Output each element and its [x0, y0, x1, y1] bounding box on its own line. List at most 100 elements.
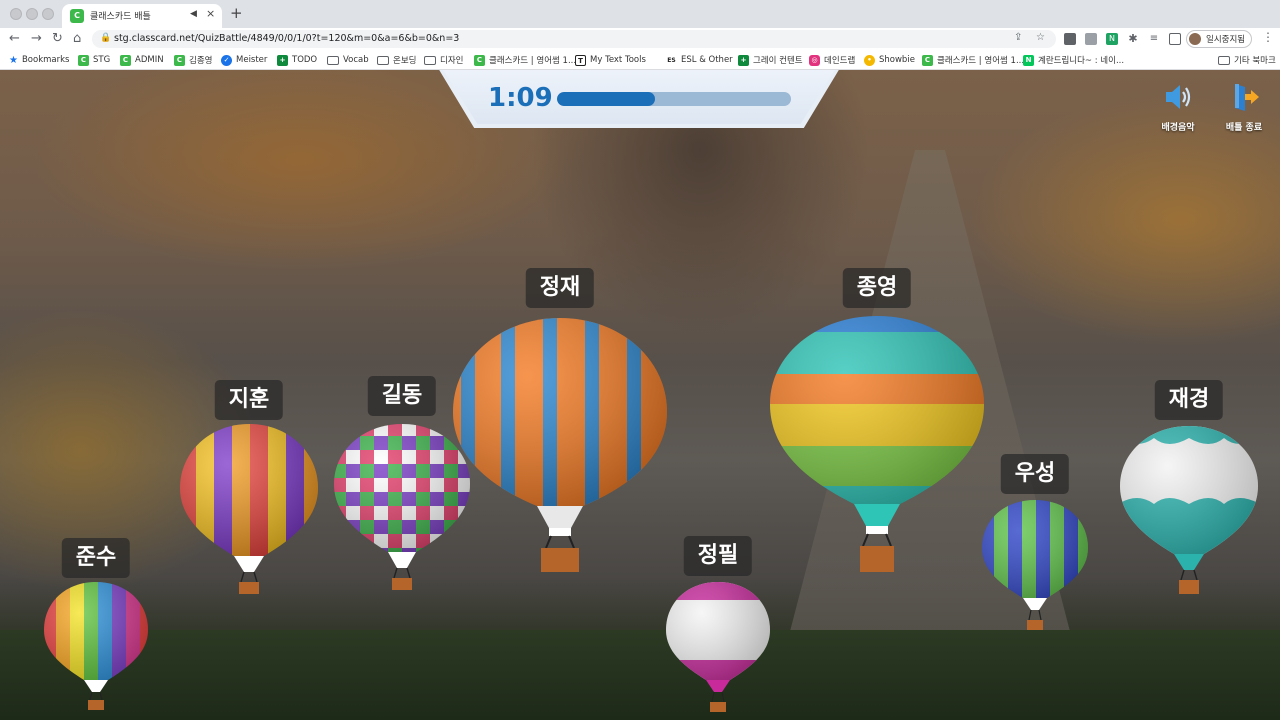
- lock-icon: 🔒: [100, 33, 112, 43]
- bookmark-item[interactable]: 디자인: [424, 54, 463, 66]
- star-icon: ★: [9, 54, 18, 66]
- naver-icon: N: [1023, 54, 1034, 66]
- bookmark-item[interactable]: Vocab: [327, 54, 369, 66]
- bookmark-item[interactable]: + TODO: [277, 54, 317, 66]
- forward-icon[interactable]: →: [31, 30, 42, 48]
- classcard-icon: C: [174, 54, 185, 66]
- balloon-multicolor-icon: [180, 424, 318, 594]
- n-extension-icon[interactable]: N: [1106, 33, 1118, 45]
- address-bar[interactable]: 🔒 stg.classcard.net/QuizBattle/4849/0/0/…: [92, 30, 1056, 48]
- bookmark-item[interactable]: C 클래스카드 | 영어썸 1...: [922, 54, 1024, 66]
- browser-tab-bar: C 클래스카드 배틀 ◀ × +: [0, 0, 1280, 28]
- lab-icon: ◎: [809, 54, 820, 66]
- maximize-window-icon[interactable]: [42, 8, 54, 20]
- bookmark-item[interactable]: ✓ Meister: [221, 54, 267, 66]
- tab-title: 클래스카드 배틀: [90, 12, 151, 22]
- bookmark-item[interactable]: 온보딩: [377, 54, 416, 66]
- close-window-icon[interactable]: [10, 8, 22, 20]
- player-balloon: 종영: [768, 268, 986, 572]
- classcard-icon: C: [120, 54, 131, 66]
- timer-text: 1:09: [488, 83, 553, 113]
- balloon-blue-green-icon: [982, 500, 1088, 630]
- bookmark-item[interactable]: ★ Bookmarks: [9, 54, 69, 66]
- bookmarks-bar: ★ Bookmarks C STG C ADMIN C 김종영 ✓ Meister + TO…: [0, 50, 1280, 70]
- player-balloon: 정재: [451, 268, 669, 572]
- player-balloon: 준수: [42, 538, 150, 710]
- folder-icon: [327, 55, 339, 65]
- time-progress-fill: [557, 92, 656, 106]
- folder-icon: [377, 55, 389, 65]
- exit-door-icon: [1235, 84, 1259, 111]
- bookmark-item[interactable]: • Showbie: [864, 54, 915, 66]
- player-name-tag: 정재: [525, 268, 595, 308]
- player-name-tag: 우성: [1000, 454, 1070, 494]
- folder-icon: [1218, 55, 1230, 65]
- balloon-bands-icon: [770, 316, 984, 572]
- classcard-icon: C: [78, 54, 89, 66]
- balloon-orange-blue-icon: [453, 318, 667, 572]
- home-icon[interactable]: ⌂: [73, 30, 81, 48]
- player-name-tag: 재경: [1154, 380, 1224, 420]
- end-battle-button[interactable]: 배틀 종료: [1214, 82, 1274, 133]
- bookmark-item[interactable]: ES ESL & Other: [666, 54, 733, 66]
- balloon-pink-white-icon: [666, 582, 770, 712]
- bookmark-item[interactable]: C STG: [78, 54, 110, 66]
- side-panel-icon[interactable]: [1169, 33, 1181, 45]
- balloon-rainbow-icon: [44, 582, 148, 710]
- minimize-window-icon[interactable]: [26, 8, 38, 20]
- background-music-button[interactable]: 배경음악: [1148, 82, 1208, 133]
- player-name-tag: 준수: [61, 538, 131, 578]
- folder-icon: [424, 55, 436, 65]
- tab-close-icon[interactable]: ×: [206, 7, 215, 20]
- avatar: [1189, 33, 1201, 45]
- background-music-label: 배경음악: [1161, 123, 1195, 133]
- browser-toolbar: ← → ↻ ⌂ 🔒 stg.classcard.net/QuizBattle/4…: [0, 28, 1280, 50]
- bookmark-item[interactable]: + 그레이 컨텐트: [738, 54, 803, 66]
- extension-icon[interactable]: [1064, 33, 1076, 45]
- tools-icon: T: [575, 54, 586, 66]
- reload-icon[interactable]: ↻: [52, 30, 63, 48]
- url-text: stg.classcard.net/QuizBattle/4849/0/0/1/…: [114, 33, 460, 44]
- classcard-icon: C: [474, 54, 485, 66]
- time-progress-bar: [557, 92, 791, 106]
- player-name-tag: 길동: [367, 376, 437, 416]
- bookmark-item[interactable]: 기타 북마크: [1218, 54, 1276, 66]
- balloon-teal-white-icon: [1120, 426, 1258, 594]
- speaker-icon: [1166, 85, 1191, 109]
- puzzle-icon[interactable]: ✱: [1127, 33, 1139, 45]
- tab-audio-icon[interactable]: ◀: [190, 9, 197, 19]
- profile-name: 일시중지됨: [1206, 35, 1246, 45]
- reading-list-icon[interactable]: ≡: [1148, 33, 1160, 45]
- plus-icon: +: [738, 54, 749, 66]
- esl-icon: ES: [666, 54, 677, 66]
- back-icon[interactable]: ←: [9, 30, 20, 48]
- showbie-icon: •: [864, 54, 875, 66]
- player-name-tag: 정필: [683, 536, 753, 576]
- profile-button[interactable]: 일시중지됨: [1186, 30, 1252, 48]
- bookmark-item[interactable]: N 계란드립니다~ : 네이...: [1023, 54, 1124, 66]
- player-balloon: 지훈: [178, 380, 320, 594]
- menu-icon[interactable]: ⋮: [1262, 30, 1274, 44]
- bookmark-item[interactable]: C 김종영: [174, 54, 212, 66]
- bookmark-item[interactable]: T My Text Tools: [575, 54, 646, 66]
- plus-icon: +: [277, 54, 288, 66]
- player-name-tag: 지훈: [214, 380, 284, 420]
- classcard-icon: C: [922, 54, 933, 66]
- browser-tab[interactable]: C 클래스카드 배틀 ◀ ×: [62, 4, 222, 28]
- bookmark-item[interactable]: C 클래스카드 | 영어썸 1...: [474, 54, 576, 66]
- new-tab-icon[interactable]: +: [230, 5, 243, 21]
- bookmark-star-icon[interactable]: ☆: [1036, 32, 1045, 43]
- screenshot-extension-icon[interactable]: [1085, 33, 1097, 45]
- player-balloon: 정필: [664, 536, 772, 712]
- end-battle-label: 배틀 종료: [1225, 123, 1263, 133]
- check-icon: ✓: [221, 54, 232, 66]
- share-icon[interactable]: ⇪: [1014, 32, 1022, 43]
- classcard-favicon-icon: C: [70, 9, 84, 23]
- bookmark-item[interactable]: ◎ 데인드랩: [809, 54, 855, 66]
- player-name-tag: 종영: [842, 268, 912, 308]
- player-balloon: 우성: [980, 454, 1090, 630]
- battle-stage: 1:09 배경음악 배틀 종료 준수 지훈 길동 정재 정필 종영 우성 재경: [0, 70, 1280, 720]
- bookmark-item[interactable]: C ADMIN: [120, 54, 164, 66]
- background-lawn: [0, 630, 1280, 720]
- player-balloon: 재경: [1118, 380, 1260, 594]
